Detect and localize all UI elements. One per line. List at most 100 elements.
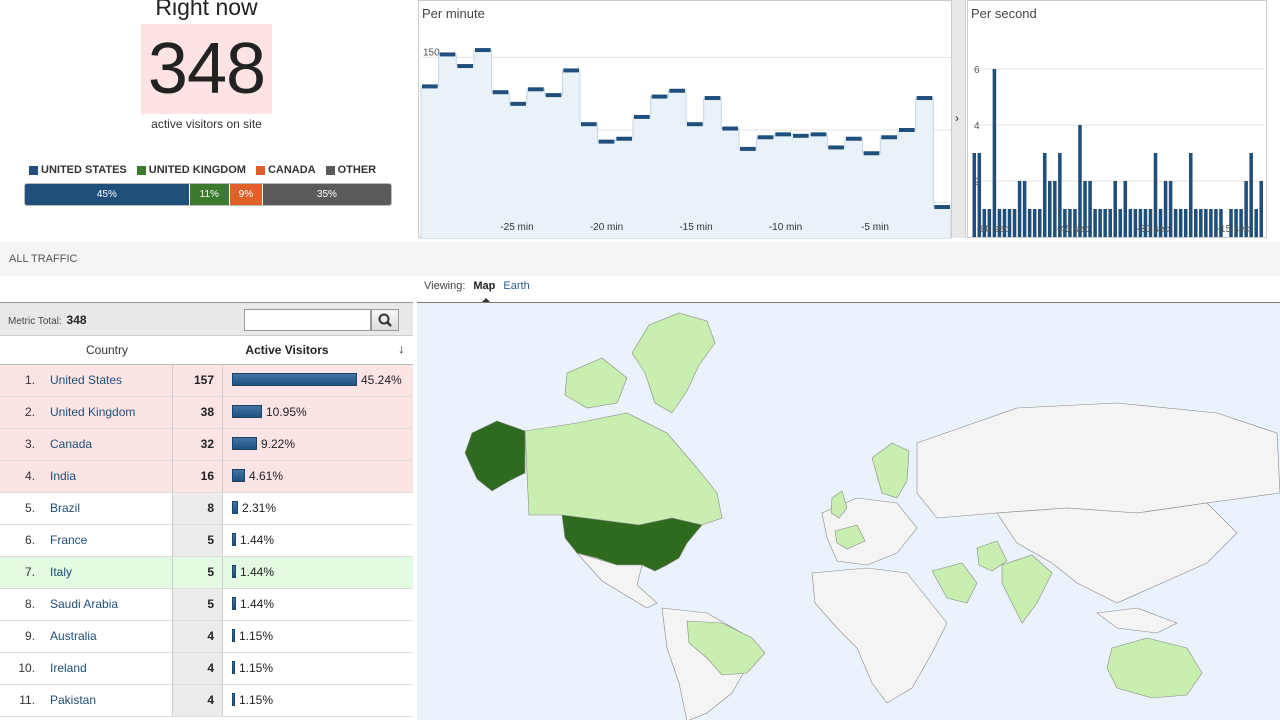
table-row[interactable]: 1. United States 157 45.24% (0, 365, 413, 397)
table-row[interactable]: 5. Brazil 8 2.31% (0, 493, 413, 525)
visitor-share-percent: 4.61% (249, 469, 284, 483)
table-row[interactable]: 7. Italy 5 1.44% (0, 557, 413, 589)
world-map-svg (417, 303, 1280, 720)
visitor-share-bar (232, 661, 235, 674)
legend-label: OTHER (337, 164, 377, 176)
visitor-share-percent: 1.15% (239, 693, 274, 707)
per-second-bar (1042, 153, 1047, 237)
legend-label: UNITED KINGDOM (148, 164, 246, 176)
table-row[interactable]: 11. Pakistan 4 1.15% (0, 685, 413, 717)
per-minute-point (740, 146, 756, 151)
table-row[interactable]: 8. Saudi Arabia 5 1.44% (0, 589, 413, 621)
per-minute-point (828, 145, 844, 150)
row-index: 11. (19, 693, 35, 707)
visitor-share-cell: 1.15% (223, 653, 413, 684)
share-bar-segment: 9% (229, 184, 263, 205)
visitor-share-bar (232, 437, 257, 450)
country-table-body: 1. United States 157 45.24% 2. United Kingdom… (0, 365, 413, 717)
visitor-share-percent: 1.44% (240, 565, 275, 579)
view-earth-tab[interactable]: Earth (503, 280, 529, 292)
country-link[interactable]: Saudi Arabia (42, 589, 173, 620)
table-search-input[interactable] (244, 309, 371, 331)
legend-label: UNITED STATES (41, 164, 127, 176)
metric-total-text: Metric Total: (8, 316, 62, 327)
visitor-share-cell: 1.44% (223, 557, 413, 588)
per-second-bar (1204, 209, 1208, 237)
chevron-right-icon: › (955, 111, 959, 125)
search-button[interactable] (371, 309, 399, 331)
per-second-title: Per second (971, 6, 1037, 21)
active-visitors-caption: active visitors on site (151, 117, 262, 131)
visitor-share-bar (232, 501, 238, 514)
per-minute-point (916, 96, 933, 101)
active-visitors-value: 16 (173, 461, 223, 492)
country-link[interactable]: Italy (42, 557, 173, 588)
country-link[interactable]: United Kingdom (42, 397, 173, 428)
per-second-bar (1098, 209, 1102, 237)
table-row[interactable]: 6. France 5 1.44% (0, 525, 413, 557)
chart-divider-handle[interactable]: › (951, 0, 966, 238)
visitor-share-bar (232, 629, 235, 642)
per-minute-point (510, 101, 526, 106)
segment-strip: ALL TRAFFIC (0, 242, 1280, 276)
per-second-bar (972, 153, 977, 237)
visitor-share-percent: 2.31% (242, 501, 277, 515)
table-row[interactable]: 4. India 16 4.61% (0, 461, 413, 493)
visitor-share-percent: 10.95% (266, 405, 307, 419)
per-second-bar (1037, 209, 1042, 237)
table-row[interactable]: 2. United Kingdom 38 10.95% (0, 397, 413, 429)
view-map-tab[interactable]: Map (473, 280, 495, 303)
per-minute-plot: 50100150-25 min-20 min-15 min-10 min-5 m… (420, 47, 952, 240)
per-minute-point (616, 136, 632, 141)
country-link[interactable]: India (42, 461, 173, 492)
per-minute-point (598, 139, 615, 144)
per-second-bar (1027, 209, 1032, 237)
per-minute-point (810, 132, 827, 137)
active-visitors-count-box: 348 (141, 24, 272, 114)
table-row[interactable]: 10. Ireland 4 1.15% (0, 653, 413, 685)
x-tick-label: -20 min (590, 222, 623, 233)
per-minute-point (492, 90, 509, 95)
country-link[interactable]: Canada (42, 429, 173, 460)
row-index: 2. (24, 405, 35, 419)
table-row[interactable]: 9. Australia 4 1.15% (0, 621, 413, 653)
sort-descending-icon[interactable]: ↓ (398, 341, 405, 356)
x-tick-label: -15 sec (1217, 224, 1250, 235)
row-index: 8. (24, 597, 35, 611)
per-minute-point (775, 132, 791, 137)
per-second-bar (1123, 181, 1128, 237)
row-index: 9. (24, 629, 35, 643)
active-visitors-value: 157 (173, 365, 223, 396)
per-minute-point (846, 136, 862, 141)
country-link[interactable]: Brazil (42, 493, 173, 524)
all-traffic-label[interactable]: ALL TRAFFIC (9, 253, 77, 265)
country-link[interactable]: Ireland (42, 653, 173, 684)
column-header-country[interactable]: Country (42, 343, 172, 357)
country-link[interactable]: Australia (42, 621, 173, 652)
per-second-bar (1254, 209, 1258, 237)
view-toggle: Viewing: Map Earth (424, 280, 530, 303)
metric-total-value: 348 (66, 313, 87, 327)
table-row[interactable]: 3. Canada 32 9.22% (0, 429, 413, 461)
share-bar-segment: 45% (25, 184, 190, 205)
visitor-share-cell: 4.61% (223, 461, 413, 492)
visitor-share-cell: 1.44% (223, 589, 413, 620)
world-map[interactable] (417, 302, 1280, 720)
column-header-active-visitors[interactable]: Active Visitors (222, 343, 352, 357)
per-minute-title: Per minute (422, 6, 485, 21)
country-link[interactable]: United States (42, 365, 173, 396)
visitor-share-bar (232, 597, 236, 610)
per-second-bar (1048, 181, 1052, 237)
x-tick-label: -5 min (861, 222, 889, 233)
per-minute-point (581, 122, 597, 127)
country-link[interactable]: Pakistan (42, 685, 173, 716)
visitor-share-percent: 9.22% (261, 437, 296, 451)
search-icon (378, 313, 392, 327)
visitor-share-percent: 1.15% (239, 629, 274, 643)
share-bar-segment: 35% (262, 184, 391, 205)
x-tick-label: -15 min (679, 222, 712, 233)
per-second-bar (1032, 209, 1037, 237)
country-link[interactable]: France (42, 525, 173, 556)
per-second-bar (1103, 209, 1107, 237)
country-legend: UNITED STATES UNITED KINGDOM CANADA OTHER (29, 164, 376, 176)
